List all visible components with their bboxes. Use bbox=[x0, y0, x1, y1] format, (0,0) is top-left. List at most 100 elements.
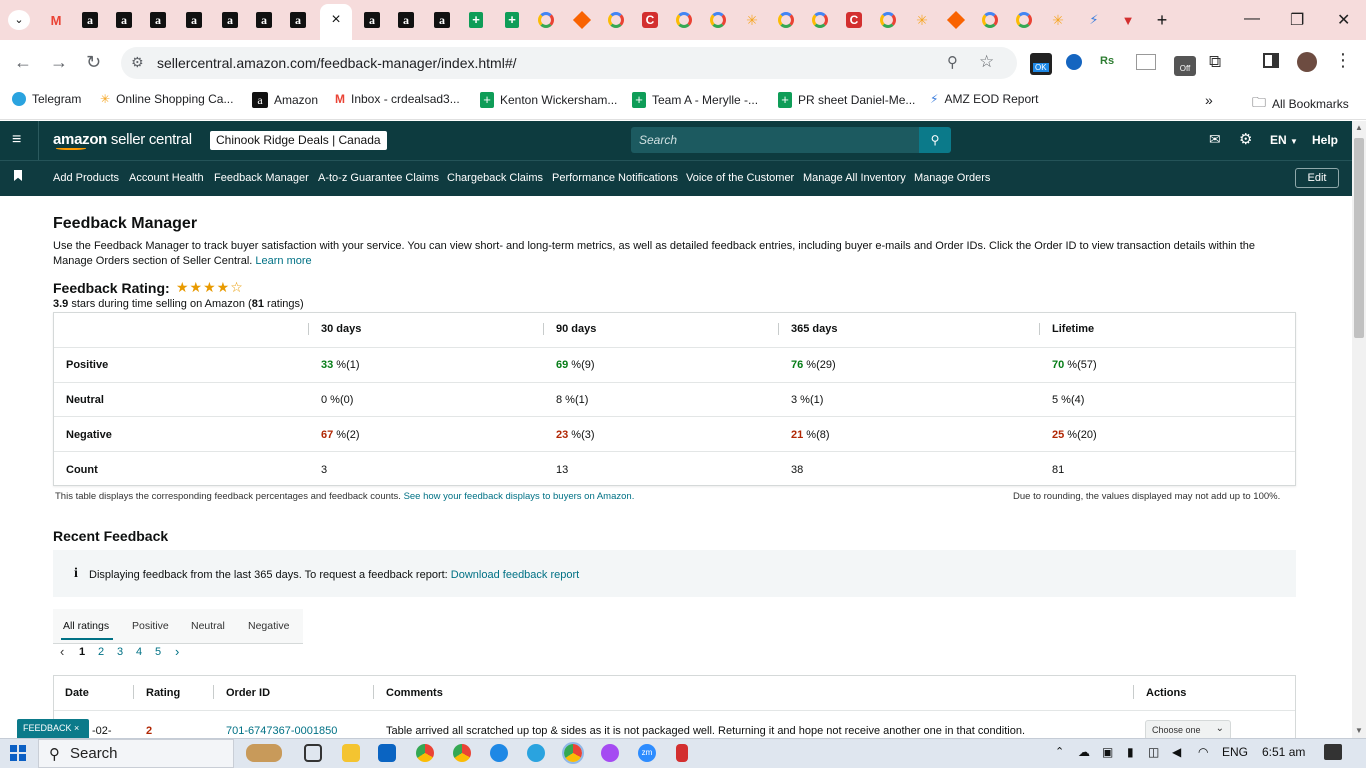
page-5[interactable]: 5 bbox=[155, 646, 161, 658]
download-report-link[interactable]: Download feedback report bbox=[451, 569, 579, 581]
google-tab-icon[interactable] bbox=[978, 8, 1002, 32]
device-icon[interactable]: ▣ bbox=[1102, 745, 1113, 759]
tab-negative[interactable]: Negative bbox=[248, 620, 289, 632]
homedepot-tab-icon[interactable] bbox=[570, 8, 594, 32]
store-selector[interactable]: Chinook Ridge Deals | Canada bbox=[210, 131, 387, 150]
volume-icon[interactable]: ◀ bbox=[1172, 745, 1181, 759]
amazon-tab-icon[interactable]: a bbox=[430, 8, 454, 32]
homedepot-tab-icon[interactable] bbox=[944, 8, 968, 32]
bookmark-pr-sheet[interactable]: + PR sheet Daniel-Me... bbox=[778, 92, 915, 108]
amazon-tab-icon[interactable]: a bbox=[112, 8, 136, 32]
google-tab-icon[interactable] bbox=[706, 8, 730, 32]
back-icon[interactable]: ← bbox=[14, 52, 32, 73]
google-tab-icon[interactable] bbox=[774, 8, 798, 32]
site-settings-icon[interactable]: ⚙ bbox=[131, 54, 144, 71]
bookmark-online-shopping[interactable]: ✳ Online Shopping Ca... bbox=[100, 92, 233, 106]
walmart-tab-icon[interactable]: ✳ bbox=[910, 8, 934, 32]
telegram-icon[interactable] bbox=[527, 744, 545, 762]
nav-voice-of-customer[interactable]: Voice of the Customer bbox=[686, 172, 794, 184]
google-tab-icon[interactable] bbox=[876, 8, 900, 32]
next-page-icon[interactable]: › bbox=[175, 644, 179, 659]
language-selector[interactable]: EN ▼ bbox=[1270, 133, 1298, 147]
new-tab-icon[interactable]: + bbox=[1150, 8, 1174, 32]
sheets-tab-icon[interactable]: + bbox=[500, 8, 524, 32]
amazon-tab-icon[interactable]: a bbox=[394, 8, 418, 32]
tab-search-icon[interactable]: ⌄ bbox=[8, 10, 30, 30]
nav-atoz-claims[interactable]: A-to-z Guarantee Claims bbox=[318, 172, 439, 184]
hamburger-menu-icon[interactable]: ≡ bbox=[12, 131, 21, 149]
bookmark-amazon[interactable]: a Amazon bbox=[252, 92, 318, 108]
see-display-link[interactable]: See how your feedback displays to buyers… bbox=[404, 491, 635, 502]
walmart-tab-icon[interactable]: ✳ bbox=[1046, 8, 1070, 32]
all-bookmarks[interactable]: 🗀 All Bookmarks bbox=[1252, 92, 1349, 116]
amazon-tab-icon[interactable]: a bbox=[78, 8, 102, 32]
feedback-widget-tab[interactable]: FEEDBACK × bbox=[17, 719, 89, 738]
reload-icon[interactable]: ↻ bbox=[86, 52, 101, 73]
wifi-icon[interactable]: ◠ bbox=[1198, 745, 1208, 759]
side-panel-icon[interactable] bbox=[1263, 53, 1279, 68]
nav-manage-orders[interactable]: Manage Orders bbox=[914, 172, 990, 184]
amazon-tab-icon[interactable]: a bbox=[360, 8, 384, 32]
order-id-link[interactable]: 701-6747367-0001850 bbox=[226, 725, 337, 737]
input-language[interactable]: ENG bbox=[1222, 745, 1248, 759]
extensions-puzzle-icon[interactable]: ⧉ bbox=[1209, 52, 1221, 72]
menu-kebab-icon[interactable]: ⋮ bbox=[1334, 50, 1352, 71]
nav-manage-inventory[interactable]: Manage All Inventory bbox=[803, 172, 906, 184]
nav-chargeback-claims[interactable]: Chargeback Claims bbox=[447, 172, 543, 184]
amazon-tab-icon[interactable]: a bbox=[286, 8, 310, 32]
tab-neutral[interactable]: Neutral bbox=[191, 620, 225, 632]
minimize-icon[interactable]: — bbox=[1244, 10, 1260, 28]
bookmark-kenton[interactable]: + Kenton Wickersham... bbox=[480, 92, 617, 108]
sheets-tab-icon[interactable]: + bbox=[464, 8, 488, 32]
restore-icon[interactable]: ❐ bbox=[1290, 10, 1304, 30]
zoom-icon[interactable]: ⚲ bbox=[947, 53, 958, 71]
page-4[interactable]: 4 bbox=[136, 646, 142, 658]
tab-all-ratings[interactable]: All ratings bbox=[63, 620, 109, 632]
forward-icon[interactable]: → bbox=[50, 52, 68, 73]
google-tab-icon[interactable] bbox=[672, 8, 696, 32]
red-app-tab-icon[interactable]: C bbox=[638, 8, 662, 32]
google-tab-icon[interactable] bbox=[534, 8, 558, 32]
gear-icon[interactable]: ⚙ bbox=[1239, 130, 1252, 148]
page-2[interactable]: 2 bbox=[98, 646, 104, 658]
help-link[interactable]: Help bbox=[1312, 133, 1338, 147]
mail-icon[interactable]: ✉ bbox=[1209, 131, 1221, 148]
close-window-icon[interactable]: ✕ bbox=[1337, 10, 1350, 30]
chrome-icon[interactable] bbox=[416, 744, 434, 762]
extension-off-icon[interactable]: Off bbox=[1174, 56, 1196, 76]
scroll-up-icon[interactable]: ▲ bbox=[1355, 123, 1363, 132]
nav-account-health[interactable]: Account Health bbox=[129, 172, 204, 184]
eod-tab-icon[interactable]: ⚡ bbox=[1082, 8, 1106, 32]
profile-avatar[interactable] bbox=[1297, 52, 1317, 72]
edge-icon[interactable] bbox=[490, 744, 508, 762]
windows-start-icon[interactable] bbox=[10, 745, 26, 761]
extension-icon[interactable] bbox=[1136, 54, 1156, 70]
nav-feedback-manager[interactable]: Feedback Manager bbox=[214, 172, 309, 184]
extension-icon[interactable] bbox=[1066, 54, 1082, 70]
task-view-icon[interactable] bbox=[304, 744, 322, 762]
bookmark-telegram[interactable]: Telegram bbox=[12, 92, 81, 106]
red-triangle-tab-icon[interactable]: ▼ bbox=[1116, 8, 1140, 32]
google-tab-icon[interactable] bbox=[808, 8, 832, 32]
bookmark-team-a[interactable]: + Team A - Merylle -... bbox=[632, 92, 758, 108]
amazon-tab-icon[interactable]: a bbox=[218, 8, 242, 32]
search-button[interactable]: ⚲ bbox=[919, 127, 951, 153]
walmart-tab-icon[interactable]: ✳ bbox=[740, 8, 764, 32]
amazon-tab-icon[interactable]: a bbox=[146, 8, 170, 32]
zoom-app-icon[interactable]: zm bbox=[638, 744, 656, 762]
extension-ok-icon[interactable]: OK bbox=[1030, 53, 1052, 75]
seller-search-input[interactable]: Search bbox=[631, 127, 920, 153]
clock[interactable]: 6:51 am bbox=[1262, 745, 1305, 759]
scroll-down-icon[interactable]: ▼ bbox=[1355, 726, 1363, 735]
notifications-icon[interactable] bbox=[1324, 744, 1342, 760]
tab-positive[interactable]: Positive bbox=[132, 620, 169, 632]
url-text[interactable]: sellercentral.amazon.com/feedback-manage… bbox=[157, 55, 517, 71]
chrome-active-icon[interactable] bbox=[562, 742, 584, 764]
app-icon[interactable] bbox=[676, 744, 688, 762]
camera-icon[interactable]: ◫ bbox=[1148, 745, 1159, 759]
amazon-tab-icon[interactable]: a bbox=[182, 8, 206, 32]
learn-more-link[interactable]: Learn more bbox=[255, 255, 311, 267]
close-tab-icon[interactable]: × bbox=[324, 8, 348, 32]
taskbar-search[interactable]: ⚲ Search bbox=[38, 739, 234, 768]
bookmark-inbox[interactable]: M Inbox - crdealsad3... bbox=[335, 92, 460, 106]
